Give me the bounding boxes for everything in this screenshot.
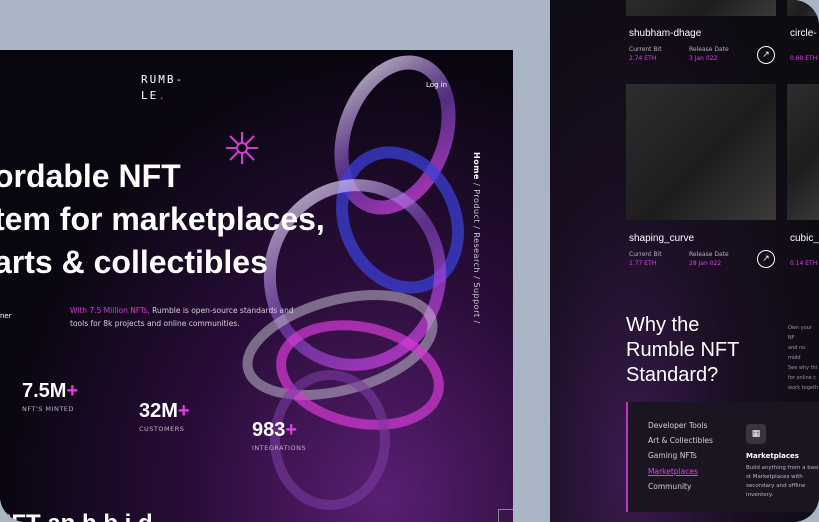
screenshot-frame: RUMB- LE. Log in ordable NFT tem for mar…: [0, 0, 819, 522]
hero-description: With 7.5 Million NFTs, Rumble is open-so…: [70, 304, 302, 330]
nft-card-title: circle-: [790, 28, 817, 39]
arrow-up-right-icon[interactable]: ↗: [757, 46, 775, 64]
stat-label: NFT'S MINTED: [22, 405, 74, 413]
release-date-label: Release Date: [689, 251, 729, 258]
current-bit-label: Current Bit: [629, 251, 662, 258]
why-description-line: work togeth: [788, 385, 819, 391]
logo-dot: .: [158, 89, 167, 102]
menu-item-community[interactable]: Community: [648, 482, 691, 491]
cut-off-text: ner: [0, 312, 12, 320]
current-bit-value: 0.14 ETH: [790, 260, 818, 267]
why-heading: Why the Rumble NFT Standard?: [626, 313, 739, 388]
logo-line-1: RUMB-: [141, 73, 185, 86]
stat-value: 983: [252, 419, 286, 441]
why-description-line: Own your NF: [788, 325, 813, 341]
current-bit-value: 1.77 ETH: [629, 260, 657, 267]
nft-card-title: shubham-dhage: [629, 28, 702, 39]
description-highlight: With 7.5 Million NFTs,: [70, 306, 150, 315]
storefront-icon: ▦: [746, 424, 766, 444]
next-section-heading: NFT an h b i d: [0, 510, 153, 522]
menu-item-developer-tools[interactable]: Developer Tools: [648, 421, 707, 430]
nft-card-image: [626, 0, 776, 16]
why-line-2: Rumble NFT: [626, 339, 740, 361]
stat-integrations: 983+ INTEGRATIONS: [252, 419, 306, 452]
release-date-value: 28 Jan 022: [689, 260, 722, 267]
current-bit-value: 2.74 ETH: [629, 55, 657, 62]
nft-card-image: [626, 84, 776, 220]
menu-item-gaming-nfts[interactable]: Gaming NFTs: [648, 451, 697, 460]
login-link[interactable]: Log in: [426, 81, 447, 89]
hero-line-3: arts & collectibles: [0, 244, 268, 280]
current-bit-label: Current Bit: [629, 46, 662, 53]
nft-card-image: [787, 0, 819, 16]
arrow-up-right-icon[interactable]: ↗: [757, 250, 775, 268]
stat-value: 32M: [139, 400, 178, 422]
why-line-3: Standard?: [626, 364, 719, 386]
category-menu: Developer Tools Art & Collectibles Gamin…: [626, 402, 819, 512]
stat-label: CUSTOMERS: [139, 425, 185, 433]
logo-line-2: LE: [141, 89, 159, 102]
marketplaces-description: Build anything from a basic st Marketpla…: [746, 465, 819, 498]
why-description-line: See why thi: [788, 365, 818, 371]
hero-line-2: tem for marketplaces,: [0, 201, 325, 237]
release-date-value: 3 Jan 022: [689, 55, 718, 62]
menu-item-marketplaces[interactable]: Marketplaces: [648, 467, 698, 476]
release-date-label: Release Date: [689, 46, 729, 53]
vertical-nav[interactable]: Home / Product / Research / Support /: [472, 152, 481, 324]
stat-plus: +: [177, 400, 190, 422]
why-description-line: and no midd: [788, 345, 806, 361]
stat-plus: +: [66, 380, 79, 402]
nav-item-home[interactable]: Home: [472, 152, 481, 180]
nav-item-rest[interactable]: / Product / Research / Support /: [472, 180, 481, 324]
stat-label: INTEGRATIONS: [252, 444, 307, 452]
why-description-line: for online c: [788, 375, 817, 381]
stat-customers: 32M+ CUSTOMERS: [139, 400, 190, 433]
hero-panel: RUMB- LE. Log in ordable NFT tem for mar…: [0, 50, 513, 522]
nft-showcase-panel: shubham-dhage Current Bit 2.74 ETH Relea…: [550, 0, 819, 522]
why-description: Own your NF and no midd See why thi for …: [788, 323, 819, 393]
stat-plus: +: [285, 419, 298, 441]
stat-nfts-minted: 7.5M+ NFT'S MINTED: [22, 380, 78, 413]
marketplaces-title: Marketplaces: [746, 452, 799, 460]
nft-card-title: cubic_: [790, 233, 819, 244]
nft-card-image: [787, 84, 819, 220]
hero-line-1: ordable NFT: [0, 158, 181, 194]
current-bit-value: 0.60 ETH: [790, 55, 818, 62]
stat-value: 7.5M: [22, 380, 67, 402]
menu-item-art-collectibles[interactable]: Art & Collectibles: [648, 436, 713, 445]
hero-heading: ordable NFT tem for marketplaces, arts &…: [0, 155, 325, 284]
nft-card-title: shaping_curve: [629, 233, 695, 244]
why-line-1: Why the: [626, 314, 700, 336]
corner-marker: [498, 509, 513, 522]
logo[interactable]: RUMB- LE.: [141, 72, 184, 104]
